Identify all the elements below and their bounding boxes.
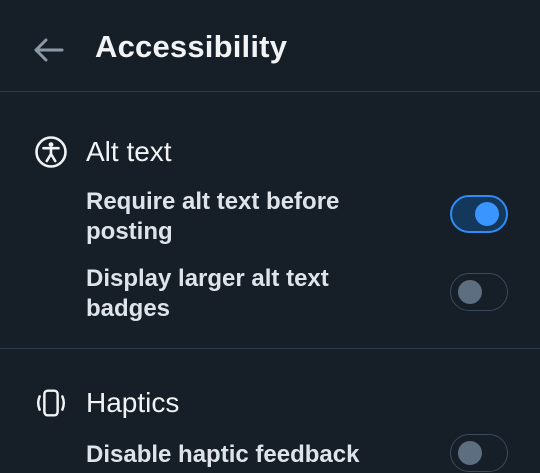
section-divider <box>0 348 540 349</box>
back-button[interactable] <box>26 30 70 70</box>
phone-vibrate-icon <box>33 385 69 421</box>
require-alt-text-toggle[interactable] <box>450 195 508 233</box>
setting-label-disable-haptics: Disable haptic feedback <box>86 441 360 468</box>
setting-label-larger-alt-badges: Display larger alt text badges <box>86 265 329 322</box>
section-title-alt-text: Alt text <box>86 136 172 167</box>
setting-label-require-alt-text: Require alt text before posting <box>86 188 340 245</box>
page-title: Accessibility <box>95 29 288 64</box>
arrow-left-icon <box>34 38 64 62</box>
toggle-knob <box>458 441 482 465</box>
header: Accessibility <box>0 0 540 92</box>
toggle-knob <box>475 202 499 226</box>
accessibility-settings-screen: Accessibility Alt text Require alt text … <box>0 0 540 473</box>
larger-alt-badges-toggle[interactable] <box>450 273 508 311</box>
accessibility-person-icon <box>33 134 69 170</box>
toggle-knob <box>458 280 482 304</box>
section-title-haptics: Haptics <box>86 387 180 418</box>
disable-haptics-toggle[interactable] <box>450 434 508 472</box>
